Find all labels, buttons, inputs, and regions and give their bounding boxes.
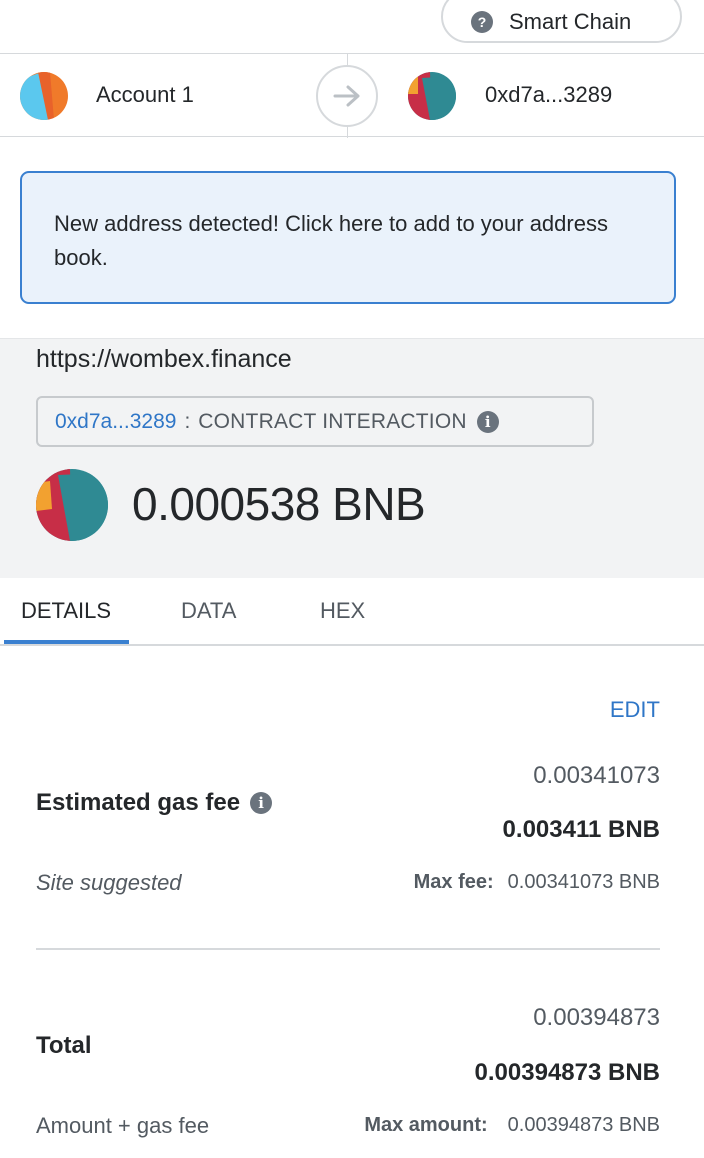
details-divider bbox=[36, 948, 660, 950]
max-fee-label: Max fee: bbox=[413, 871, 494, 893]
total-subtitle: Amount + gas fee bbox=[36, 1113, 210, 1138]
account-row: Account 1 0xd7a...3289 bbox=[0, 53, 704, 138]
total-label: Total bbox=[36, 1032, 92, 1059]
gas-fee-primary: 0.003411 BNB bbox=[502, 816, 660, 843]
total-primary: 0.00394873 BNB bbox=[474, 1059, 660, 1086]
method-label: CONTRACT INTERACTION bbox=[198, 409, 467, 433]
transaction-summary: https://wombex.finance 0xd7a...3289 : CO… bbox=[0, 338, 704, 578]
total-secondary: 0.00394873 bbox=[533, 1004, 660, 1031]
transaction-value: 0.000538 BNB bbox=[132, 478, 426, 530]
value-token-avatar bbox=[36, 469, 108, 541]
tab-details[interactable]: DETAILS bbox=[21, 598, 111, 624]
help-icon: ? bbox=[471, 10, 493, 33]
info-icon[interactable]: i bbox=[250, 792, 273, 814]
edit-gas-button[interactable]: EDIT bbox=[610, 697, 660, 723]
from-account-name[interactable]: Account 1 bbox=[96, 82, 194, 108]
gas-fee-label-row: Estimated gas fee i bbox=[36, 789, 273, 817]
banner-text: New address detected! Click here to add … bbox=[54, 211, 608, 270]
to-account-avatar bbox=[408, 72, 456, 120]
max-amount-value: 0.00394873 BNB bbox=[507, 1114, 660, 1136]
max-fee-value: 0.00341073 BNB bbox=[507, 871, 660, 893]
network-selector[interactable]: ? Smart Chain bbox=[441, 0, 682, 43]
method-box: 0xd7a...3289 : CONTRACT INTERACTION i bbox=[36, 396, 594, 447]
max-amount-label: Max amount: bbox=[364, 1114, 488, 1136]
tab-data[interactable]: DATA bbox=[181, 598, 236, 624]
gas-source: Site suggested bbox=[36, 870, 182, 895]
contract-address-link[interactable]: 0xd7a...3289 bbox=[55, 410, 176, 434]
tab-bar: DETAILS DATA HEX bbox=[0, 578, 704, 646]
gas-fee-label: Estimated gas fee bbox=[36, 789, 241, 816]
info-icon[interactable]: i bbox=[476, 410, 499, 433]
method-separator: : bbox=[184, 409, 191, 433]
active-tab-indicator bbox=[4, 640, 129, 644]
from-account-avatar bbox=[20, 72, 68, 120]
max-fee: Max fee: 0.00341073 BNB bbox=[414, 871, 660, 894]
network-label: Smart Chain bbox=[509, 8, 632, 34]
transfer-arrow bbox=[316, 65, 378, 127]
gas-fee-secondary: 0.00341073 bbox=[533, 762, 660, 789]
new-address-banner[interactable]: New address detected! Click here to add … bbox=[20, 171, 676, 304]
max-amount: Max amount: 0.00394873 BNB bbox=[364, 1114, 660, 1137]
arrow-right-icon bbox=[333, 85, 360, 107]
to-account-address[interactable]: 0xd7a...3289 bbox=[485, 82, 612, 108]
tab-hex[interactable]: HEX bbox=[320, 598, 365, 624]
site-origin: https://wombex.finance bbox=[36, 345, 292, 373]
